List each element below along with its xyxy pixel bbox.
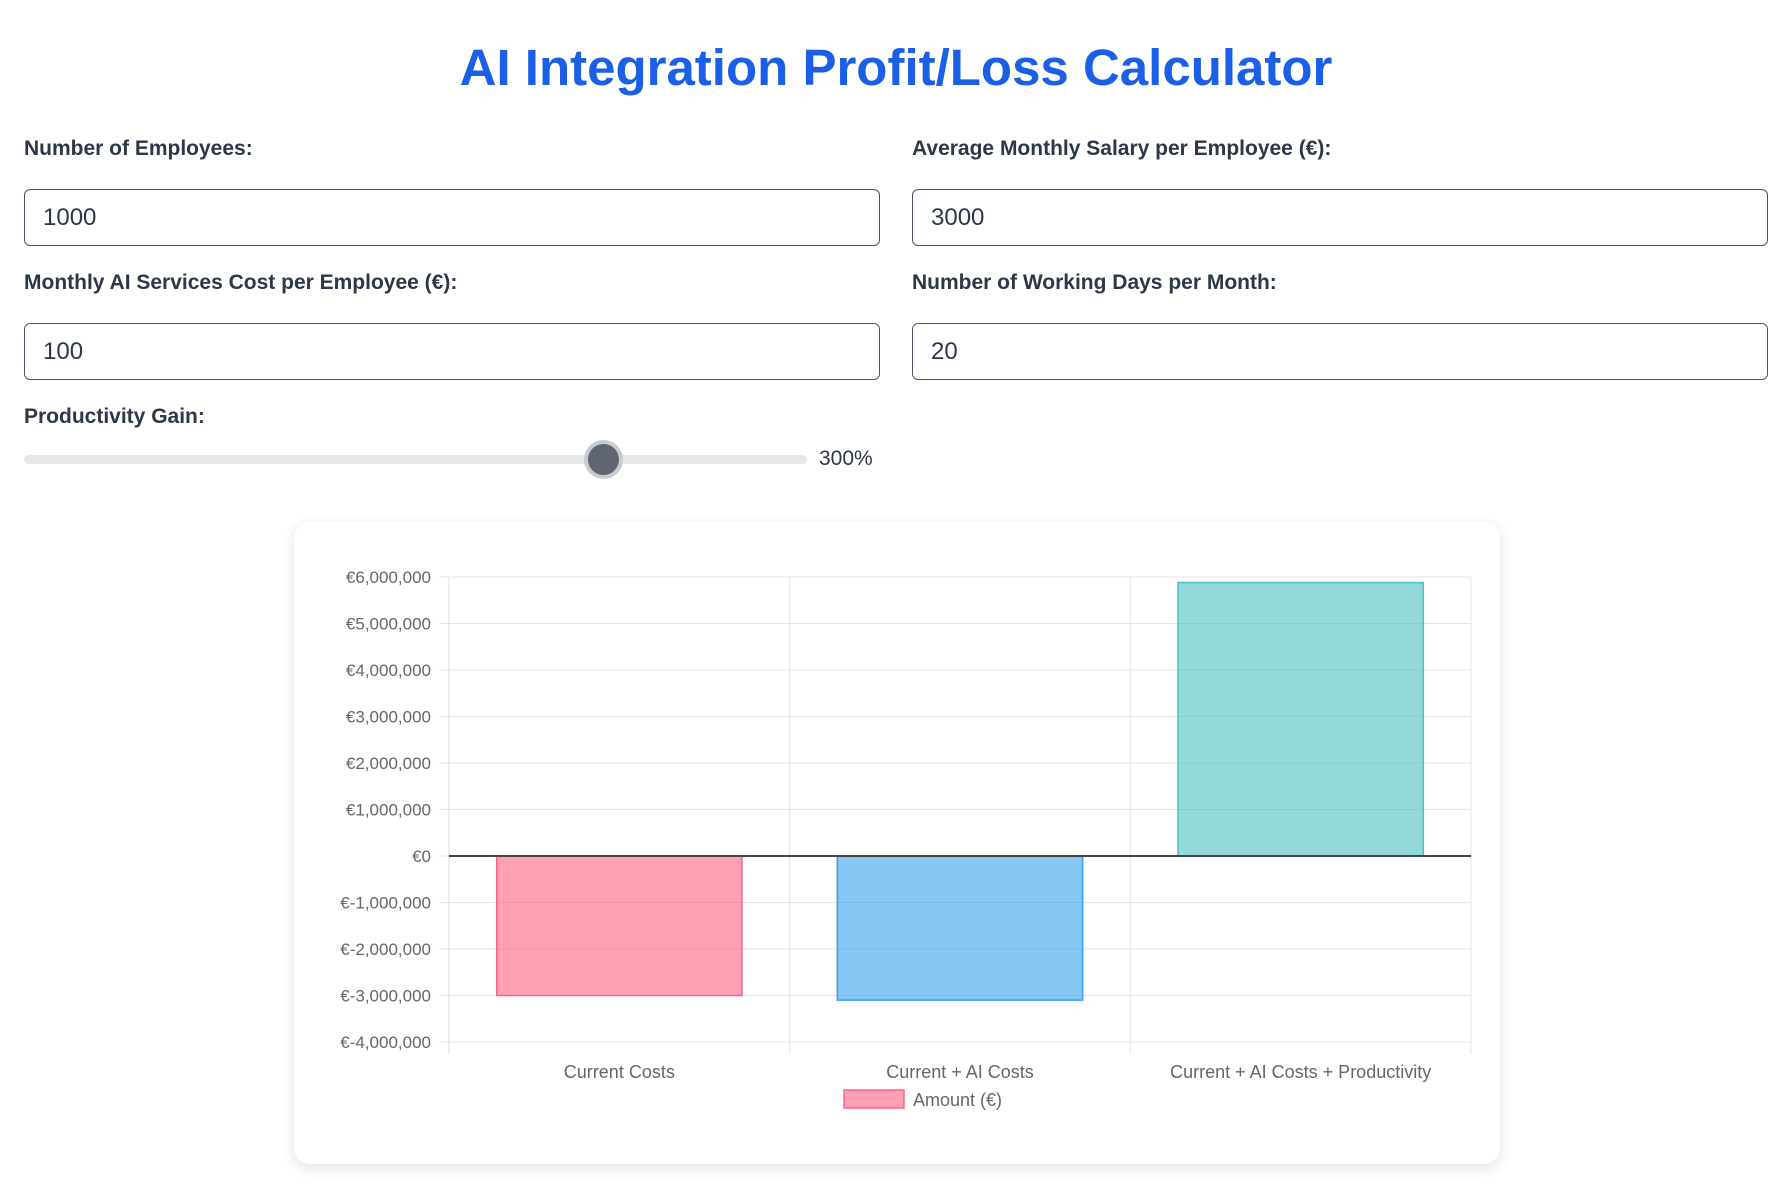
bar-2: [836, 855, 1084, 1001]
employees-label: Number of Employees:: [24, 137, 253, 160]
employees-input[interactable]: [24, 189, 880, 246]
x-tick-label: Current + AI Costs: [886, 1062, 1034, 1082]
y-tick-label: €-3,000,000: [340, 987, 431, 1006]
bar-chart: €6,000,000 €5,000,000 €4,000,000 €3,000,000…: [340, 568, 1472, 1110]
x-tick-label: Current Costs: [564, 1062, 675, 1082]
y-tick-label: €-4,000,000: [340, 1033, 431, 1052]
productivity-slider-track[interactable]: [24, 455, 807, 464]
y-tick-label: €-2,000,000: [340, 940, 431, 959]
y-tick-label: €6,000,000: [346, 568, 431, 587]
y-tick-label: €5,000,000: [346, 615, 431, 634]
salary-input[interactable]: [912, 189, 1768, 246]
legend-swatch: [843, 1089, 905, 1109]
bar-3: [1177, 581, 1425, 857]
chart-card: €6,000,000 €5,000,000 €4,000,000 €3,000,000…: [294, 522, 1500, 1164]
x-tick-label: Current + AI Costs + Productivity: [1170, 1062, 1431, 1082]
y-tick-label: €0: [412, 847, 431, 866]
working-days-field: Number of Working Days per Month:: [912, 270, 1768, 390]
y-tick-label: €4,000,000: [346, 661, 431, 680]
employees-field: Number of Employees:: [24, 136, 880, 256]
legend-label: Amount (€): [913, 1090, 1002, 1110]
working-days-label: Number of Working Days per Month:: [912, 271, 1277, 294]
bar-1: [495, 855, 743, 997]
y-tick-label: €2,000,000: [346, 754, 431, 773]
salary-field: Average Monthly Salary per Employee (€):: [912, 136, 1768, 256]
y-tick-label: €-1,000,000: [340, 894, 431, 913]
ai-cost-input[interactable]: [24, 323, 880, 380]
ai-cost-field: Monthly AI Services Cost per Employee (€…: [24, 270, 880, 390]
productivity-value: 300%: [819, 447, 873, 470]
ai-cost-label: Monthly AI Services Cost per Employee (€…: [24, 271, 458, 294]
productivity-slider-handle[interactable]: [587, 444, 619, 475]
y-tick-label: €1,000,000: [346, 801, 431, 820]
salary-label: Average Monthly Salary per Employee (€):: [912, 137, 1332, 160]
productivity-label: Productivity Gain:: [24, 405, 205, 428]
productivity-field: Productivity Gain: 300%: [24, 404, 880, 484]
working-days-input[interactable]: [912, 323, 1768, 380]
page-title: AI Integration Profit/Loss Calculator: [459, 39, 1333, 96]
y-tick-label: €3,000,000: [346, 708, 431, 727]
